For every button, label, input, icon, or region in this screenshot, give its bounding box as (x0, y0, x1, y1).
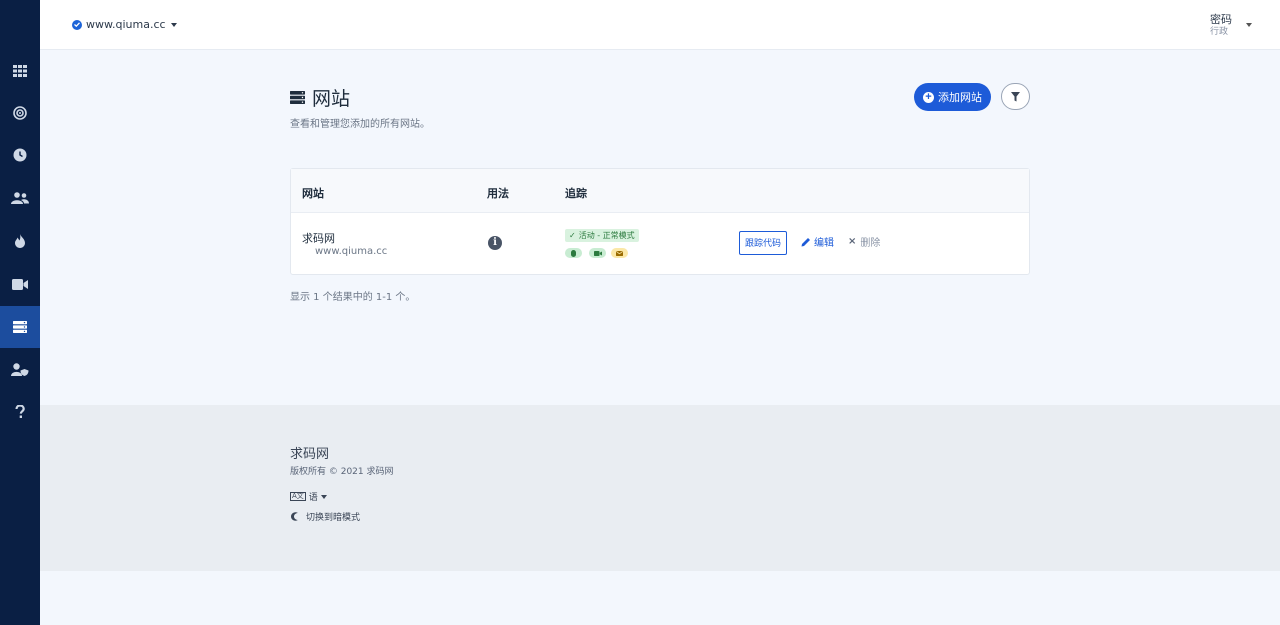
sidebar (0, 0, 40, 625)
language-selector[interactable]: A文 语 (290, 490, 327, 503)
close-icon: × (848, 236, 857, 247)
dark-mode-label: 切换到暗模式 (306, 513, 361, 523)
language-icon: A文 (290, 492, 306, 501)
sidebar-item-dashboard[interactable] (0, 50, 40, 92)
table-row: 求码网 www.qiuma.cc i ✓ 活动 - 正常模式 跟踪代码 编辑 ×… (291, 213, 1029, 275)
table-header: 网站 用法 追踪 (291, 169, 1029, 213)
sidebar-item-recordings[interactable] (0, 263, 40, 305)
server-icon (13, 321, 27, 333)
sidebar-item-websites[interactable] (0, 306, 40, 348)
user-menu[interactable]: 密码 行政 (1210, 13, 1252, 38)
filter-button[interactable] (1001, 83, 1030, 110)
websites-table: 网站 用法 追踪 求码网 www.qiuma.cc i ✓ 活动 - 正常模式 … (290, 168, 1030, 275)
sidebar-item-realtime[interactable] (0, 92, 40, 134)
envelope-icon (616, 250, 623, 256)
page-header: 网站 查看和管理您添加的所有网站。 (290, 84, 430, 130)
target-icon (13, 106, 27, 120)
mouse-icon (571, 249, 576, 257)
language-label: 语 (308, 493, 318, 503)
footer: 求码网 版权所有 © 2021 求码网 A文 语 切换到暗模式 (40, 405, 1280, 571)
column-header-usage: 用法 (487, 187, 509, 200)
user-names: 密码 行政 (1210, 13, 1232, 38)
check-circle-icon (72, 19, 82, 30)
sidebar-item-visitors[interactable] (0, 177, 40, 219)
website-url: www.qiuma.cc (315, 246, 388, 257)
user-shield-icon (11, 362, 29, 376)
check-icon: ✓ (569, 231, 576, 240)
column-header-website: 网站 (302, 187, 324, 200)
edit-link[interactable]: 编辑 (801, 234, 834, 249)
pencil-icon (801, 237, 810, 246)
filter-icon (1011, 91, 1020, 101)
video-icon (593, 250, 602, 256)
recording-badge (589, 248, 606, 258)
edit-label: 编辑 (814, 238, 834, 249)
users-icon (11, 192, 29, 204)
page-title-text: 网站 (312, 88, 351, 110)
fire-icon (15, 234, 25, 248)
grid-icon (13, 65, 27, 77)
chevron-down-icon (1246, 23, 1252, 27)
delete-link[interactable]: × 删除 (848, 234, 880, 249)
page-subtitle: 查看和管理您添加的所有网站。 (290, 119, 430, 130)
page-title: 网站 (290, 84, 430, 111)
chevron-down-icon (320, 494, 327, 499)
footer-brand: 求码网 (290, 447, 330, 462)
site-switcher[interactable]: www.qiuma.cc (72, 18, 177, 31)
delete-label: 删除 (860, 238, 881, 249)
dark-mode-toggle[interactable]: 切换到暗模式 (290, 510, 360, 523)
add-website-label: 添加网站 (938, 92, 982, 104)
tracking-code-button[interactable]: 跟踪代码 (739, 231, 788, 255)
user-role: 行政 (1210, 27, 1229, 37)
clock-icon (13, 148, 27, 162)
add-website-button[interactable]: + 添加网站 (914, 83, 991, 111)
email-report-badge (611, 248, 628, 258)
sidebar-item-team[interactable] (0, 348, 40, 390)
plus-circle-icon: + (923, 91, 934, 103)
tracking-status-badge: ✓ 活动 - 正常模式 (565, 229, 639, 242)
column-header-tracking: 追踪 (565, 187, 587, 200)
footer-copyright: 版权所有 © 2021 求码网 (290, 467, 394, 477)
topbar: www.qiuma.cc 密码 行政 (40, 0, 1280, 50)
chevron-down-icon (170, 22, 177, 27)
help-icon (15, 405, 25, 418)
site-switcher-label: www.qiuma.cc (86, 18, 166, 31)
pagination-summary: 显示 1 个结果中的 1-1 个。 (290, 292, 416, 303)
website-name: 求码网 (302, 232, 335, 245)
moon-icon (291, 512, 298, 521)
info-icon[interactable]: i (488, 236, 502, 250)
sidebar-item-history[interactable] (0, 134, 40, 176)
sidebar-item-help[interactable] (0, 391, 40, 433)
server-icon (290, 91, 305, 104)
mouse-tracking-badge (565, 248, 582, 258)
sidebar-item-heatmaps[interactable] (0, 220, 40, 262)
tracking-status-text: 活动 - 正常模式 (578, 231, 635, 240)
user-name: 密码 (1210, 13, 1232, 26)
video-icon (12, 278, 28, 290)
